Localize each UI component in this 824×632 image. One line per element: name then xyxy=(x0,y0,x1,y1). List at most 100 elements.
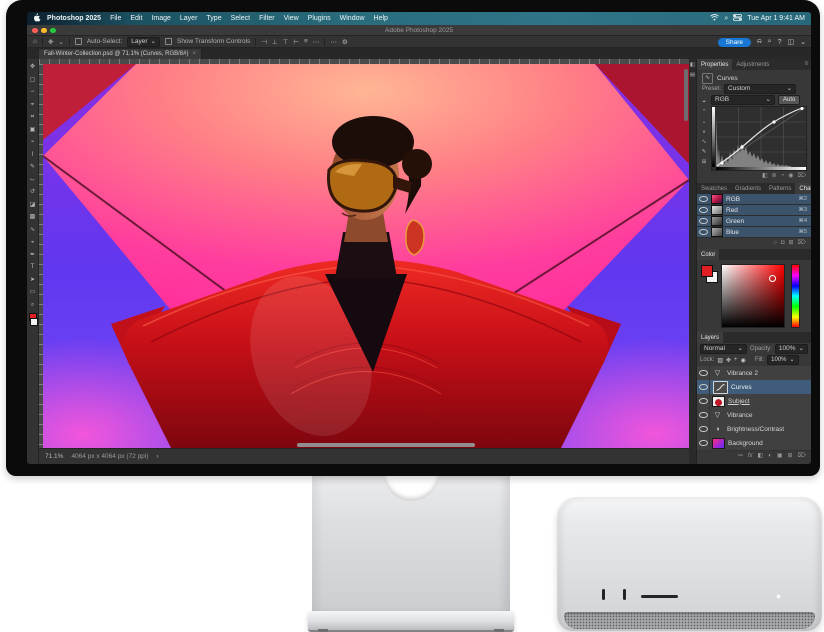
lasso-tool[interactable]: ∽ xyxy=(28,86,38,99)
delete-channel-icon[interactable]: ⌦ xyxy=(798,239,806,246)
visibility-eye-icon[interactable] xyxy=(697,408,710,422)
eraser-tool[interactable]: ◪ xyxy=(28,199,38,212)
clone-stamp-tool[interactable]: ⌙ xyxy=(28,174,38,187)
crop-tool[interactable]: ⌗ xyxy=(28,111,38,124)
lock-all-icon[interactable]: ◉ xyxy=(741,357,746,364)
workspace-gear-icon[interactable]: ⚙ xyxy=(342,38,348,46)
align-bottom-icon[interactable]: ⊥ xyxy=(272,38,278,46)
tab-channels[interactable]: Channels xyxy=(795,183,811,194)
history-brush-tool[interactable]: ↺ xyxy=(28,186,38,199)
channel-row-green[interactable]: Green ⌘4 xyxy=(697,216,811,227)
notifications-bell-icon[interactable]: ⍾ xyxy=(757,38,762,46)
layer-row-vibrance[interactable]: ▽ Vibrance xyxy=(697,408,811,423)
save-selection-icon[interactable]: ◘ xyxy=(781,240,785,246)
menu-filter[interactable]: Filter xyxy=(259,15,275,22)
tab-gradients[interactable]: Gradients xyxy=(731,183,765,194)
new-group-icon[interactable]: ▣ xyxy=(777,452,783,459)
targeted-adjustment-icon[interactable]: ⌖ xyxy=(699,97,709,107)
visibility-eye-icon[interactable] xyxy=(699,196,708,203)
menu-image[interactable]: Image xyxy=(151,15,170,22)
more-options-icon[interactable]: ⋯ xyxy=(330,38,337,46)
lock-artboard-icon[interactable]: + xyxy=(734,357,738,363)
brush-tool[interactable]: ✎ xyxy=(28,161,38,174)
canvas-artwork[interactable] xyxy=(43,64,689,448)
more-align-options-icon[interactable]: ⋯ xyxy=(313,38,320,46)
dodge-tool[interactable]: ◒ xyxy=(28,236,38,249)
zoom-level-field[interactable]: 71.1% xyxy=(45,453,63,460)
chevron-down-icon[interactable]: ⌄ xyxy=(800,38,806,46)
object-selection-tool[interactable]: ⌖ xyxy=(28,99,38,112)
home-icon[interactable]: ⌂ xyxy=(33,38,37,45)
control-center-icon[interactable] xyxy=(733,14,742,23)
clip-to-layer-icon[interactable]: ◧ xyxy=(762,172,768,179)
menu-window[interactable]: Window xyxy=(340,15,365,22)
menu-layer[interactable]: Layer xyxy=(180,15,198,22)
align-left-icon[interactable]: ⊣ xyxy=(261,38,267,46)
align-top-icon[interactable]: ⊤ xyxy=(283,38,289,46)
tab-swatches[interactable]: Swatches xyxy=(697,183,731,194)
white-point-eyedropper-icon[interactable]: ⌅ xyxy=(699,127,709,137)
new-channel-icon[interactable]: ⊞ xyxy=(788,239,793,246)
delete-adjustment-icon[interactable]: ⌦ xyxy=(798,172,806,179)
add-layer-mask-icon[interactable]: ◧ xyxy=(758,452,764,459)
help-icon[interactable]: ? xyxy=(778,39,782,46)
apple-menu-icon[interactable] xyxy=(34,13,41,24)
visibility-eye-icon[interactable] xyxy=(699,207,708,214)
tab-adjustments[interactable]: Adjustments xyxy=(732,59,773,70)
tab-patterns[interactable]: Patterns xyxy=(765,183,795,194)
curve-pencil-icon[interactable]: ✎ xyxy=(699,147,709,157)
visibility-eye-icon[interactable] xyxy=(697,436,710,450)
horizontal-scrollbar[interactable] xyxy=(297,443,475,447)
visibility-eye-icon[interactable] xyxy=(697,380,710,394)
lock-transparency-icon[interactable]: ▨ xyxy=(717,357,723,364)
curve-grid-icon[interactable]: ⊞ xyxy=(699,157,709,167)
menu-edit[interactable]: Edit xyxy=(130,15,142,22)
layer-row-background[interactable]: Background xyxy=(697,436,811,451)
channel-row-blue[interactable]: Blue ⌘5 xyxy=(697,227,811,238)
channel-row-rgb[interactable]: RGB ⌘2 xyxy=(697,194,811,205)
tab-color[interactable]: Color xyxy=(697,249,719,260)
view-previous-state-icon[interactable]: ⊚ xyxy=(772,172,777,179)
auto-button[interactable]: Auto xyxy=(778,95,800,105)
fill-dropdown[interactable]: 100%⌄ xyxy=(767,355,798,365)
vertical-scrollbar[interactable] xyxy=(684,69,688,121)
visibility-eye-icon[interactable] xyxy=(699,229,708,236)
visibility-eye-icon[interactable] xyxy=(697,394,710,408)
share-button[interactable]: Share xyxy=(718,38,751,47)
show-transform-checkbox[interactable] xyxy=(165,38,172,45)
hue-slider[interactable] xyxy=(791,264,800,328)
delete-layer-icon[interactable]: ⌦ xyxy=(798,452,806,459)
lock-position-icon[interactable]: ✥ xyxy=(726,357,731,364)
gray-point-eyedropper-icon[interactable]: ⌄ xyxy=(699,117,709,127)
menu-photoshop[interactable]: Photoshop 2025 xyxy=(47,15,101,22)
rectangular-marquee-tool[interactable]: ▢ xyxy=(28,74,38,87)
align-right-icon[interactable]: ⊢ xyxy=(293,38,299,46)
toggle-visibility-icon[interactable]: ◉ xyxy=(788,172,793,179)
layer-row-brightness-contrast[interactable]: ◑ Brightness/Contrast xyxy=(697,422,811,437)
visibility-eye-icon[interactable] xyxy=(699,218,708,225)
menu-select[interactable]: Select xyxy=(231,15,250,22)
type-tool[interactable]: T xyxy=(28,261,38,274)
status-chevron-icon[interactable]: › xyxy=(156,453,158,460)
shape-tool[interactable]: ▭ xyxy=(28,286,38,299)
reset-adjustment-icon[interactable]: ◔ xyxy=(781,173,785,179)
color-picker-ring[interactable] xyxy=(769,275,776,282)
load-selection-icon[interactable]: ○ xyxy=(773,240,777,246)
visibility-eye-icon[interactable] xyxy=(697,422,710,436)
menu-type[interactable]: Type xyxy=(206,15,221,22)
curves-channel-dropdown[interactable]: RGB⌄ xyxy=(711,95,775,105)
path-selection-tool[interactable]: ➤ xyxy=(28,274,38,287)
chevron-down-icon[interactable]: ⌄ xyxy=(58,38,63,46)
new-adjustment-layer-icon[interactable]: ◐ xyxy=(768,453,772,459)
opacity-dropdown[interactable]: 100%⌄ xyxy=(775,344,808,354)
pen-tool[interactable]: ✒ xyxy=(28,249,38,262)
black-point-eyedropper-icon[interactable]: ⌃ xyxy=(699,107,709,117)
eyedropper-tool[interactable]: ⌁ xyxy=(28,136,38,149)
search-icon[interactable]: ⌕ xyxy=(768,38,772,46)
history-panel-icon[interactable]: ◧ xyxy=(690,62,695,68)
layer-row-subject[interactable]: Subject xyxy=(697,394,811,409)
menu-plugins[interactable]: Plugins xyxy=(308,15,331,22)
curve-smooth-icon[interactable]: ∿ xyxy=(699,137,709,147)
auto-select-target-dropdown[interactable]: Layer⌄ xyxy=(127,37,160,47)
link-layers-icon[interactable]: ∾ xyxy=(738,452,743,459)
